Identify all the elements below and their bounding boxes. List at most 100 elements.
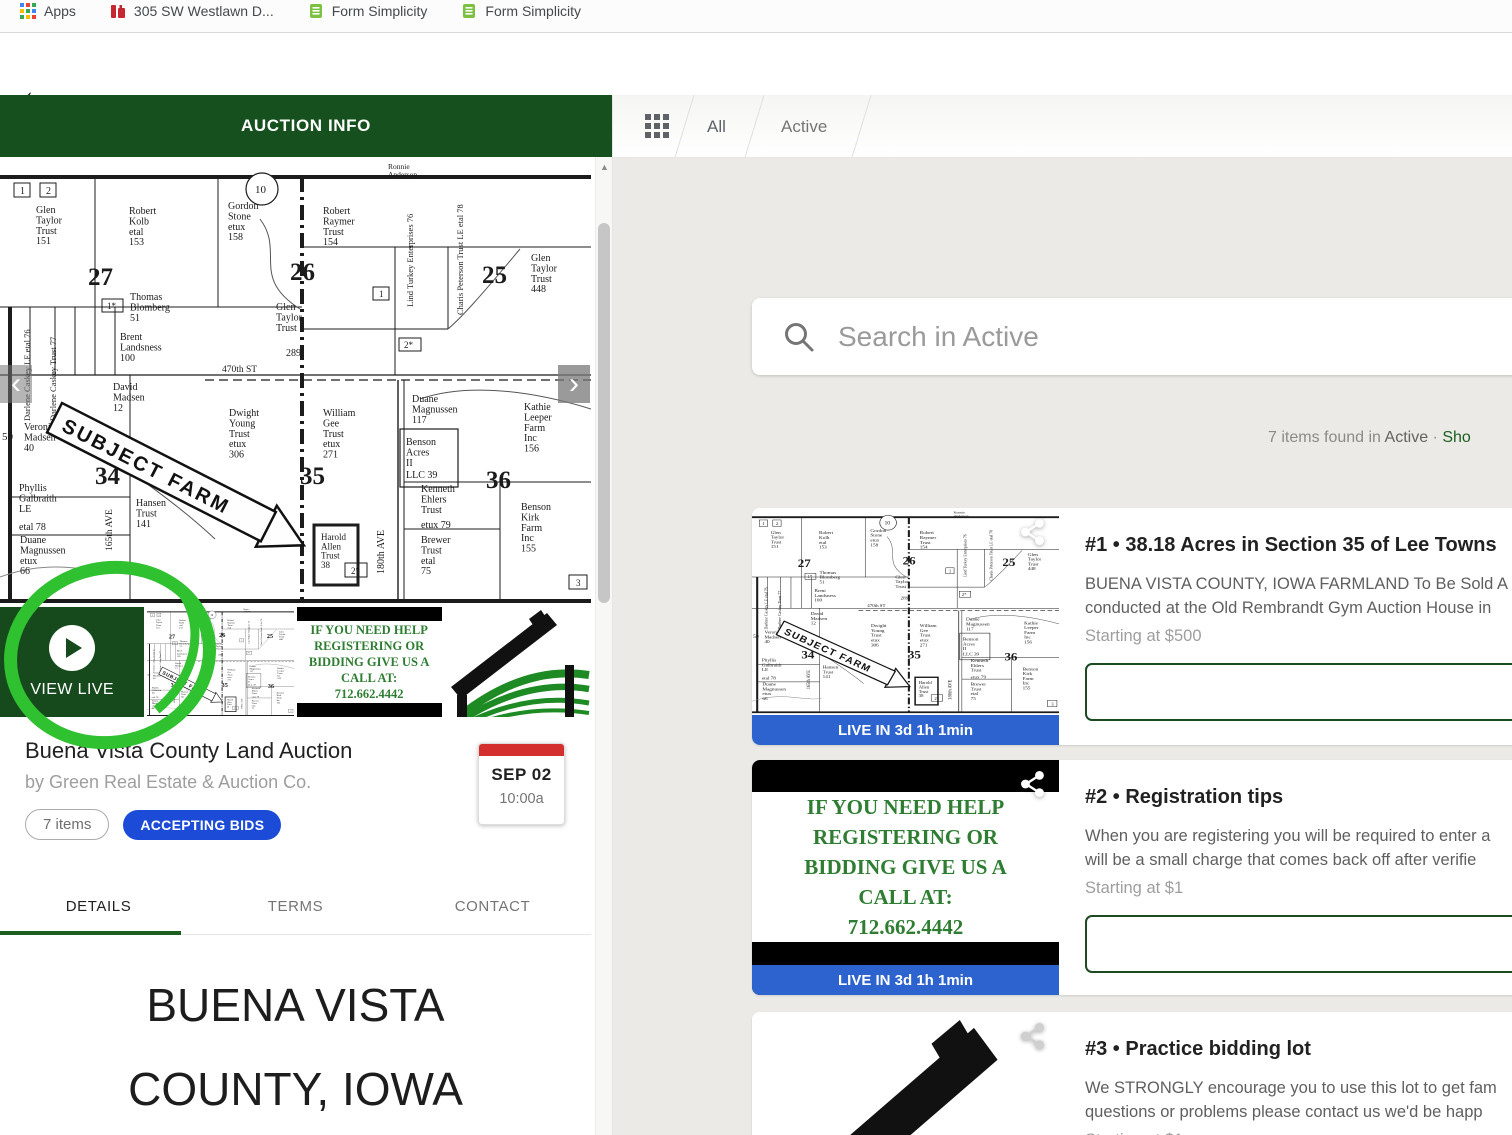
lot-card-1[interactable]: 1210RonnieAndersonGlenTaylorTrust151Robe… <box>752 508 1512 745</box>
svg-text:LLC 39: LLC 39 <box>248 683 257 686</box>
scrollbar-up-arrow-icon[interactable]: ▲ <box>600 162 609 172</box>
plat-map-slide[interactable]: SUBJECT FARM 1210RonnieAndersonGlenTaylo… <box>0 157 591 607</box>
tab-all[interactable]: All <box>707 95 726 158</box>
thumbnail-help-sign[interactable]: IF YOU NEED HELP REGISTERING OR BIDDING … <box>297 607 442 717</box>
lot-description: BUENA VISTA COUNTY, IOWA FARMLAND To Be … <box>1085 572 1512 620</box>
auction-meta: Buena Vista County Land Auction by Green… <box>0 717 591 840</box>
lot-title: #1 • 38.18 Acres in Section 35 of Lee To… <box>1085 534 1512 557</box>
svg-text:etux 79: etux 79 <box>252 696 260 699</box>
svg-text:2*: 2* <box>962 592 967 597</box>
lot-1-image[interactable]: 1210RonnieAndersonGlenTaylorTrust151Robe… <box>752 508 1059 745</box>
green-doc-icon <box>308 3 324 19</box>
scrollbar-thumb[interactable] <box>598 223 610 603</box>
svg-text:etal 78: etal 78 <box>19 522 46 533</box>
svg-text:1*: 1* <box>808 574 813 579</box>
svg-text:2*: 2* <box>934 696 939 701</box>
svg-text:34: 34 <box>171 683 177 689</box>
lots-tab-bar: All Active <box>613 95 1512 158</box>
bookmarks-bar: Apps 305 SW Westlawn D... Form Simplicit… <box>0 0 1512 33</box>
live-countdown-banner: LIVE IN 3d 1h 1min <box>752 965 1059 995</box>
bookmark-label: Form Simplicity <box>485 3 581 19</box>
bid-button[interactable] <box>1085 663 1512 721</box>
svg-text:10: 10 <box>884 521 890 527</box>
share-icon[interactable] <box>1019 770 1047 798</box>
lot-card-2[interactable]: IF YOU NEED HELP REGISTERING OR BIDDING … <box>752 760 1512 995</box>
bookmark-form-simplicity-2[interactable]: Form Simplicity <box>461 3 581 19</box>
auction-detail-tabs: DETAILS TERMS CONTACT <box>0 878 591 935</box>
view-live-label: VIEW LIVE <box>30 681 114 699</box>
help-line: CALL AT: <box>341 670 397 686</box>
svg-text:36: 36 <box>1004 650 1017 663</box>
bookmark-label: Form Simplicity <box>332 3 428 19</box>
lot-3-image[interactable] <box>752 1012 1059 1135</box>
svg-text:Darlene Caskey LE etal 76: Darlene Caskey LE etal 76 <box>154 649 156 671</box>
help-line: IF YOU NEED HELP <box>807 792 1004 822</box>
red-site-icon <box>110 3 126 19</box>
svg-text:470th ST: 470th ST <box>202 658 211 661</box>
plat-map-svg: SUBJECT FARM 1210RonnieAndersonGlenTaylo… <box>0 157 591 607</box>
view-live-button[interactable]: VIEW LIVE <box>0 607 144 717</box>
bookmark-form-simplicity-1[interactable]: Form Simplicity <box>308 3 428 19</box>
results-separator: · <box>1428 429 1442 446</box>
auction-date: SEP 02 <box>479 765 564 785</box>
svg-text:26: 26 <box>219 633 225 639</box>
svg-text:Lind Turkey Enterprises 76: Lind Turkey Enterprises 76 <box>962 534 967 577</box>
results-prefix: 7 items found in <box>1268 429 1385 446</box>
svg-text:25: 25 <box>1002 556 1015 569</box>
tab-divider <box>741 95 767 158</box>
carousel-next-icon[interactable]: › <box>558 365 590 403</box>
svg-text:289: 289 <box>286 348 301 359</box>
svg-text:etux 79: etux 79 <box>971 676 987 681</box>
desc-line: We STRONGLY encourage you to use this lo… <box>1085 1076 1497 1100</box>
svg-text:Charis Peterson Trust LE etal: Charis Peterson Trust LE etal 78 <box>988 530 993 581</box>
thumbnail-plat-map[interactable]: 1210RonnieAndersonGlenTaylorTrust151Robe… <box>147 607 293 717</box>
share-icon[interactable] <box>1019 1022 1047 1050</box>
starting-bid: Starting at $1 <box>1085 879 1512 898</box>
svg-text:1: 1 <box>20 186 25 197</box>
lot-description: We STRONGLY encourage you to use this lo… <box>1085 1076 1497 1124</box>
search-input[interactable] <box>838 321 1512 353</box>
lot-2-image[interactable]: IF YOU NEED HELP REGISTERING OR BIDDING … <box>752 760 1059 995</box>
svg-text:25: 25 <box>267 634 273 640</box>
heading-line: COUNTY, IOWA <box>0 1047 591 1131</box>
share-icon[interactable] <box>1019 518 1047 546</box>
live-countdown-banner: LIVE IN 3d 1h 1min <box>752 715 1059 745</box>
auction-time: 10:00a <box>479 791 564 807</box>
tab-terms[interactable]: TERMS <box>197 878 394 934</box>
svg-text:35: 35 <box>908 648 921 661</box>
lot-card-3[interactable]: #3 • Practice bidding lot We STRONGLY en… <box>752 1012 1512 1135</box>
svg-text:25: 25 <box>482 262 507 289</box>
tab-details[interactable]: DETAILS <box>0 878 197 934</box>
green-fields-logo-icon <box>752 1012 1059 1135</box>
help-line: REGISTERING OR <box>314 638 424 654</box>
svg-text:Darlene Caskey Trust 77: Darlene Caskey Trust 77 <box>777 591 782 630</box>
svg-text:26: 26 <box>903 554 916 567</box>
svg-text:35: 35 <box>222 683 228 689</box>
svg-text:etal 78: etal 78 <box>152 696 159 699</box>
svg-text:180th AVE: 180th AVE <box>376 530 387 574</box>
svg-text:2*: 2* <box>404 340 414 350</box>
calendar-red-bar <box>479 744 564 756</box>
show-link[interactable]: Sho <box>1442 429 1470 446</box>
results-scope: Active <box>1385 429 1429 446</box>
heading-line: BUENA VISTA <box>0 963 591 1047</box>
help-line: CALL AT: <box>858 882 952 912</box>
black-bar <box>752 760 1059 792</box>
lot-description: When you are registering you will be req… <box>1085 824 1512 872</box>
carousel-prev-icon[interactable]: ‹ <box>0 365 32 403</box>
tab-active[interactable]: Active <box>781 95 827 158</box>
bookmark-westlawn[interactable]: 305 SW Westlawn D... <box>110 3 274 19</box>
left-panel-scrollbar[interactable]: ▲ <box>595 157 612 1135</box>
bookmark-label: 305 SW Westlawn D... <box>134 3 274 19</box>
svg-text:Darlene Caskey LE etal 76: Darlene Caskey LE etal 76 <box>763 587 768 629</box>
bookmark-apps[interactable]: Apps <box>20 3 76 19</box>
auction-info-header: AUCTION INFO <box>0 95 612 157</box>
grid-view-icon[interactable] <box>645 114 671 140</box>
bid-button[interactable] <box>1085 915 1512 973</box>
svg-text:2*: 2* <box>248 653 250 655</box>
accepting-bids-badge: ACCEPTING BIDS <box>123 810 281 840</box>
search-icon <box>782 320 816 354</box>
auction-date-card: SEP 02 10:00a <box>478 743 565 825</box>
thumbnail-company-logo[interactable] <box>445 607 591 717</box>
tab-contact[interactable]: CONTACT <box>394 878 591 934</box>
